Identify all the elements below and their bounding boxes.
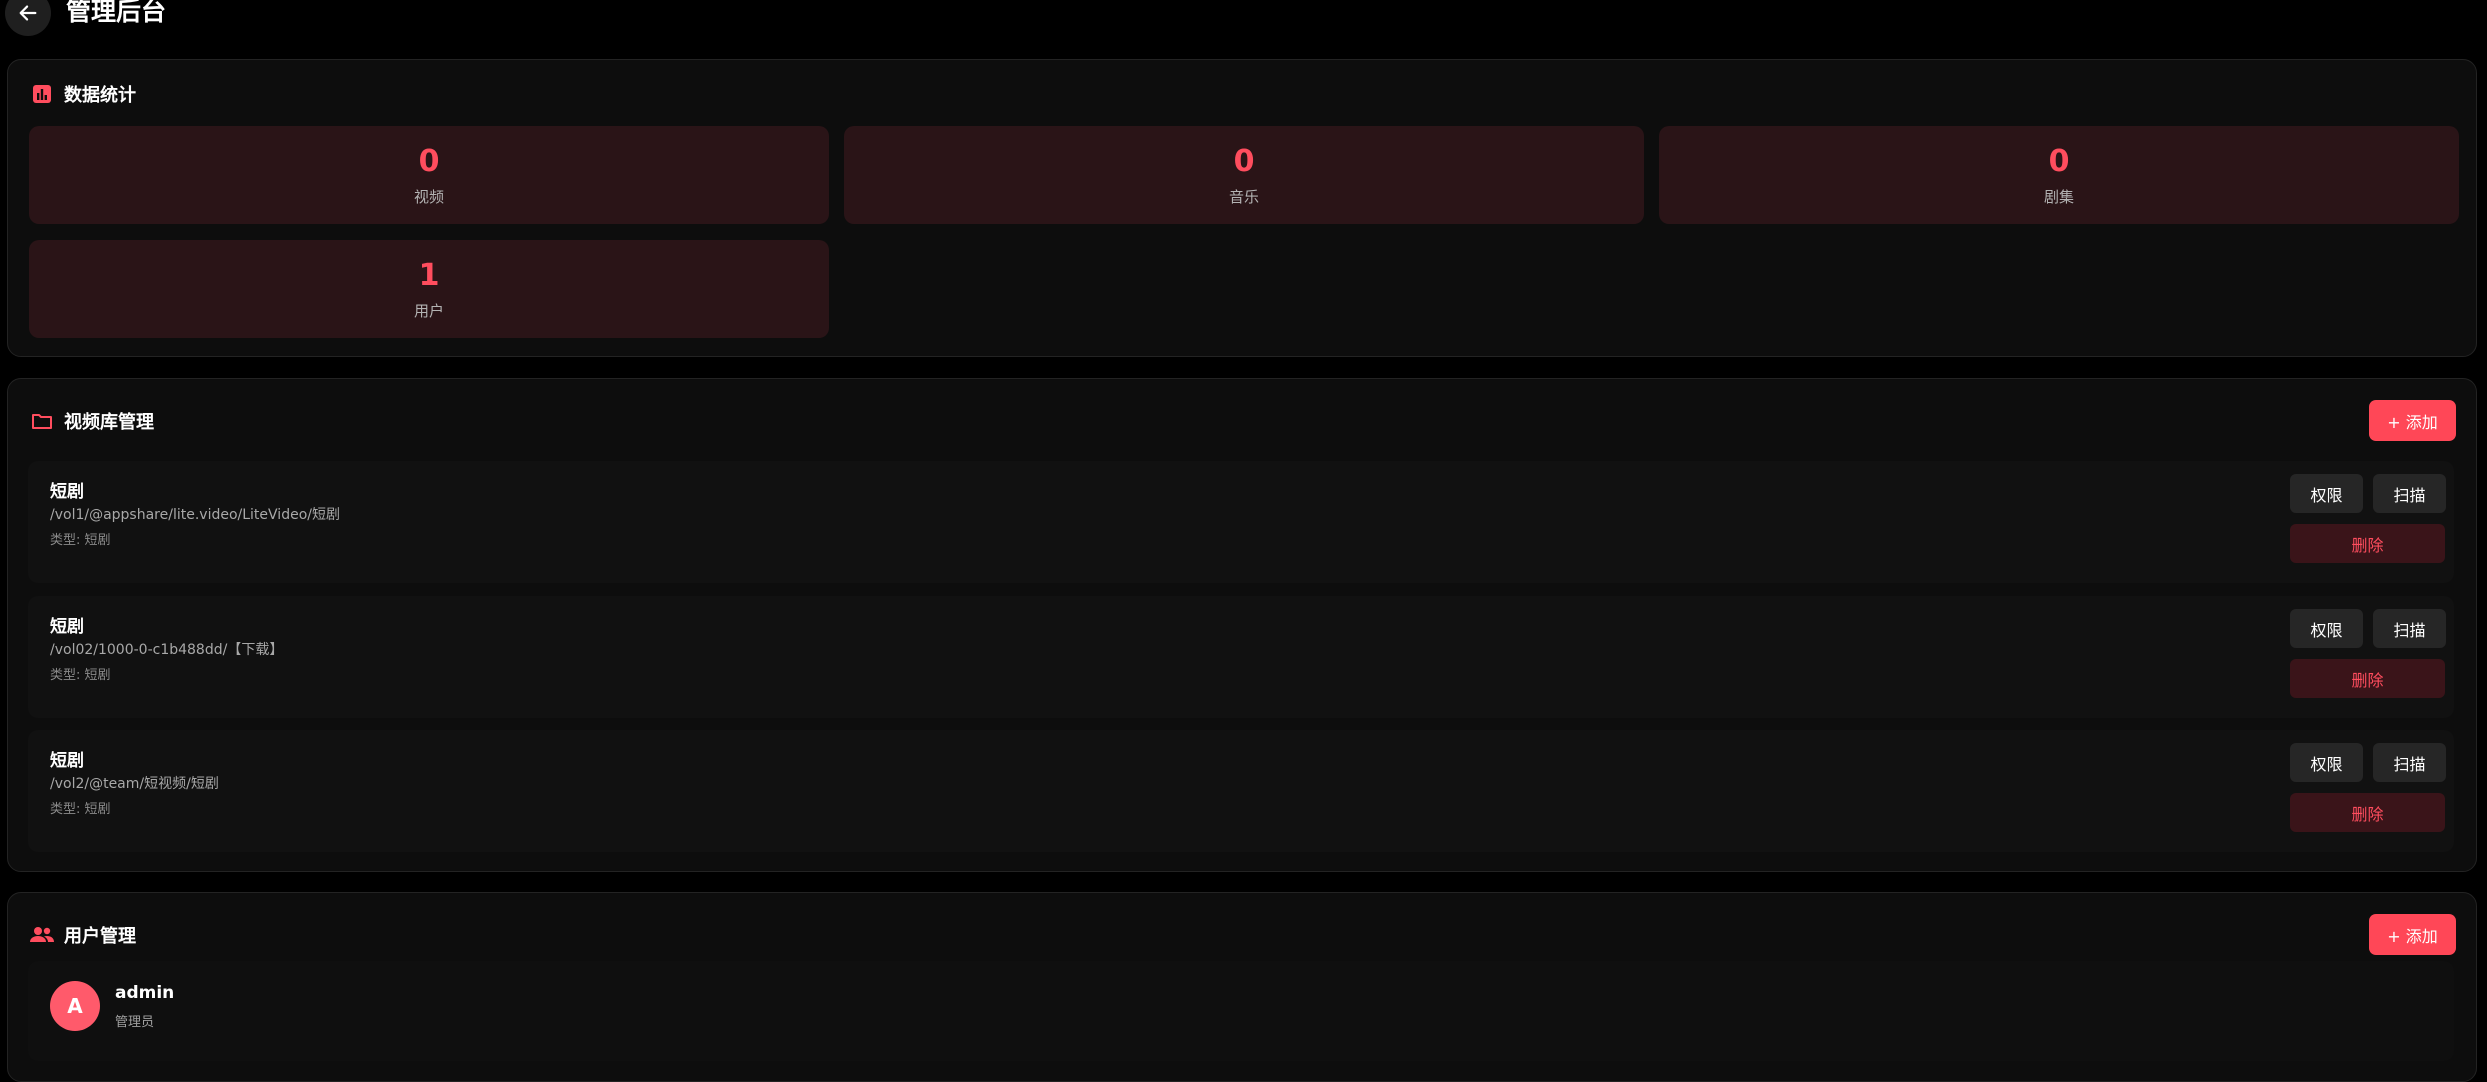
library-path: /vol02/1000-0-c1b488dd/【下载】 [50, 642, 284, 658]
stat-value: 1 [418, 258, 440, 293]
stats-card: 数据统计 0 视频 0 音乐 0 剧集 1 用户 [7, 59, 2477, 357]
permissions-button[interactable]: 权限 [2290, 743, 2363, 782]
back-button[interactable] [5, 0, 51, 36]
library-type: 类型: 短剧 [50, 533, 111, 548]
add-library-button[interactable]: + 添加 [2369, 400, 2456, 441]
stat-value: 0 [1233, 144, 1255, 179]
user-name: admin [115, 983, 175, 1003]
scan-button[interactable]: 扫描 [2373, 609, 2446, 648]
stats-title: 数据统计 [64, 85, 136, 106]
add-user-button[interactable]: + 添加 [2369, 914, 2456, 955]
page-title: 管理后台 [66, 0, 167, 26]
stat-users: 1 用户 [29, 240, 829, 338]
library-item: 短剧 /vol02/1000-0-c1b488dd/【下载】 类型: 短剧 权限… [28, 596, 2454, 718]
permissions-button[interactable]: 权限 [2290, 609, 2363, 648]
users-icon [30, 923, 54, 947]
library-name: 短剧 [50, 482, 84, 502]
library-header: 视频库管理 [30, 408, 154, 434]
stat-label: 视频 [413, 188, 444, 206]
bar-chart-icon [30, 82, 54, 106]
users-title: 用户管理 [64, 926, 136, 947]
stats-header: 数据统计 [30, 81, 136, 107]
folder-icon [30, 409, 54, 433]
stat-value: 0 [418, 144, 440, 179]
user-list-item[interactable]: A admin 管理员 [28, 961, 2454, 1061]
users-header: 用户管理 [30, 922, 136, 948]
scan-button[interactable]: 扫描 [2373, 474, 2446, 513]
arrow-left-icon [19, 5, 37, 21]
library-path: /vol2/@team/短视频/短剧 [50, 776, 219, 792]
library-type: 类型: 短剧 [50, 802, 111, 817]
avatar: A [50, 981, 100, 1031]
stat-label: 音乐 [1228, 188, 1259, 206]
library-card: 视频库管理 + 添加 短剧 /vol1/@appshare/lite.video… [7, 378, 2477, 872]
stat-music: 0 音乐 [844, 126, 1644, 224]
delete-button[interactable]: 删除 [2290, 793, 2445, 832]
permissions-button[interactable]: 权限 [2290, 474, 2363, 513]
top-bar: 管理后台 [0, 0, 2487, 50]
library-title: 视频库管理 [64, 412, 154, 433]
library-name: 短剧 [50, 751, 84, 771]
delete-button[interactable]: 删除 [2290, 659, 2445, 698]
users-card: 用户管理 + 添加 A admin 管理员 [7, 892, 2477, 1082]
library-item: 短剧 /vol1/@appshare/lite.video/LiteVideo/… [28, 461, 2454, 583]
user-role: 管理员 [115, 1015, 155, 1030]
stat-value: 0 [2048, 144, 2070, 179]
library-item: 短剧 /vol2/@team/短视频/短剧 类型: 短剧 权限 扫描 删除 [28, 730, 2454, 852]
delete-button[interactable]: 删除 [2290, 524, 2445, 563]
library-name: 短剧 [50, 617, 84, 637]
stat-label: 用户 [413, 302, 444, 320]
stat-videos: 0 视频 [29, 126, 829, 224]
stat-series: 0 剧集 [1659, 126, 2459, 224]
scan-button[interactable]: 扫描 [2373, 743, 2446, 782]
library-path: /vol1/@appshare/lite.video/LiteVideo/短剧 [50, 507, 340, 523]
stat-label: 剧集 [2043, 188, 2074, 206]
library-type: 类型: 短剧 [50, 668, 111, 683]
